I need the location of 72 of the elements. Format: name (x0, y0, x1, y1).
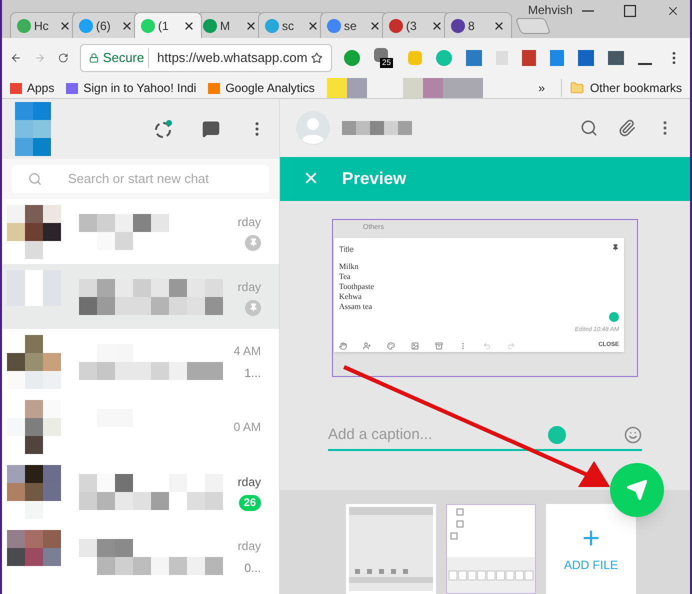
avatar (296, 111, 330, 145)
close-icon[interactable] (493, 20, 505, 32)
tab-title: (1 (158, 18, 170, 34)
avatar (15, 102, 51, 156)
tab-title: (6) (96, 18, 112, 34)
tab-title: Hc (34, 18, 50, 34)
chat-time: rday (238, 214, 261, 230)
search-field[interactable]: Search or start new chat (12, 165, 269, 193)
send-icon (626, 479, 648, 501)
browser-tab[interactable]: (1 (134, 12, 202, 38)
bookmark[interactable]: Apps (10, 79, 54, 97)
bookmark-star-icon[interactable] (311, 51, 323, 65)
note-line: Tea (339, 272, 350, 282)
tab-title: sc (282, 18, 295, 34)
browser-tab[interactable]: 8 (444, 12, 512, 38)
add-person-icon (363, 342, 371, 350)
maximize-icon[interactable] (624, 5, 636, 17)
image-icon (411, 342, 419, 350)
preview-title: Preview (342, 168, 406, 190)
note-line: Milkn (339, 262, 359, 272)
close-icon[interactable] (121, 20, 133, 32)
bookmark[interactable]: Sign in to Yahoo! Indi (66, 79, 196, 97)
close-icon[interactable] (666, 4, 680, 18)
attach-icon[interactable] (618, 119, 636, 137)
note-line: Kehwa (339, 292, 362, 302)
chat-preview: 1... (244, 364, 261, 382)
close-icon[interactable] (307, 20, 319, 32)
chat-time: rday (238, 278, 261, 296)
note-line: Assam tea (339, 302, 372, 312)
note-title: Title (339, 244, 354, 256)
pin-icon (612, 244, 619, 251)
close-icon[interactable] (431, 20, 443, 32)
extension-badge: 25 (380, 58, 393, 68)
caption-field[interactable]: Add a caption... (328, 421, 642, 451)
hand-icon (339, 342, 347, 350)
bookmark[interactable]: Other bookmarks (560, 79, 682, 97)
unread-badge: 26 (238, 494, 261, 510)
security-label: Secure (102, 48, 150, 68)
lock-icon (89, 52, 99, 64)
undo-icon (483, 342, 491, 350)
chat-time: rday (238, 538, 261, 554)
plus-icon: + (582, 524, 600, 554)
archive-icon (435, 342, 443, 350)
search-icon (28, 172, 42, 186)
bookmark[interactable]: Google Analytics (208, 79, 315, 97)
search-icon[interactable] (580, 119, 598, 137)
new-chat-icon[interactable] (202, 120, 220, 138)
profile-name[interactable]: Mehvish (528, 1, 573, 19)
bookmarks-overflow-button[interactable]: » (538, 79, 545, 97)
address-bar[interactable]: Secure https://web.whatsapp.com (80, 44, 332, 72)
tab-title: (3 (406, 18, 418, 34)
caption-input[interactable]: Add a caption... (328, 424, 540, 446)
redo-icon (507, 342, 515, 350)
tab-title: 8 (468, 18, 476, 34)
close-icon[interactable] (183, 20, 195, 32)
grammarly-icon (548, 426, 566, 444)
close-icon[interactable] (369, 20, 381, 32)
note-line: Toothpaste (339, 282, 374, 292)
tab-title: M (220, 18, 231, 34)
emoji-icon[interactable] (624, 426, 642, 444)
tab-title: se (344, 18, 358, 34)
chat-time: rday (238, 474, 261, 490)
chat-time: 0 AM (234, 418, 261, 436)
close-icon[interactable] (245, 20, 257, 32)
url-text: https://web.whatsapp.com (156, 49, 308, 68)
chat-preview: 0... (244, 560, 261, 576)
status-icon[interactable] (154, 119, 174, 139)
folder-icon (570, 81, 584, 95)
palette-icon (387, 342, 395, 350)
grammarly-icon (609, 312, 619, 322)
chat-time: 4 AM (234, 342, 261, 360)
close-icon[interactable] (59, 20, 71, 32)
